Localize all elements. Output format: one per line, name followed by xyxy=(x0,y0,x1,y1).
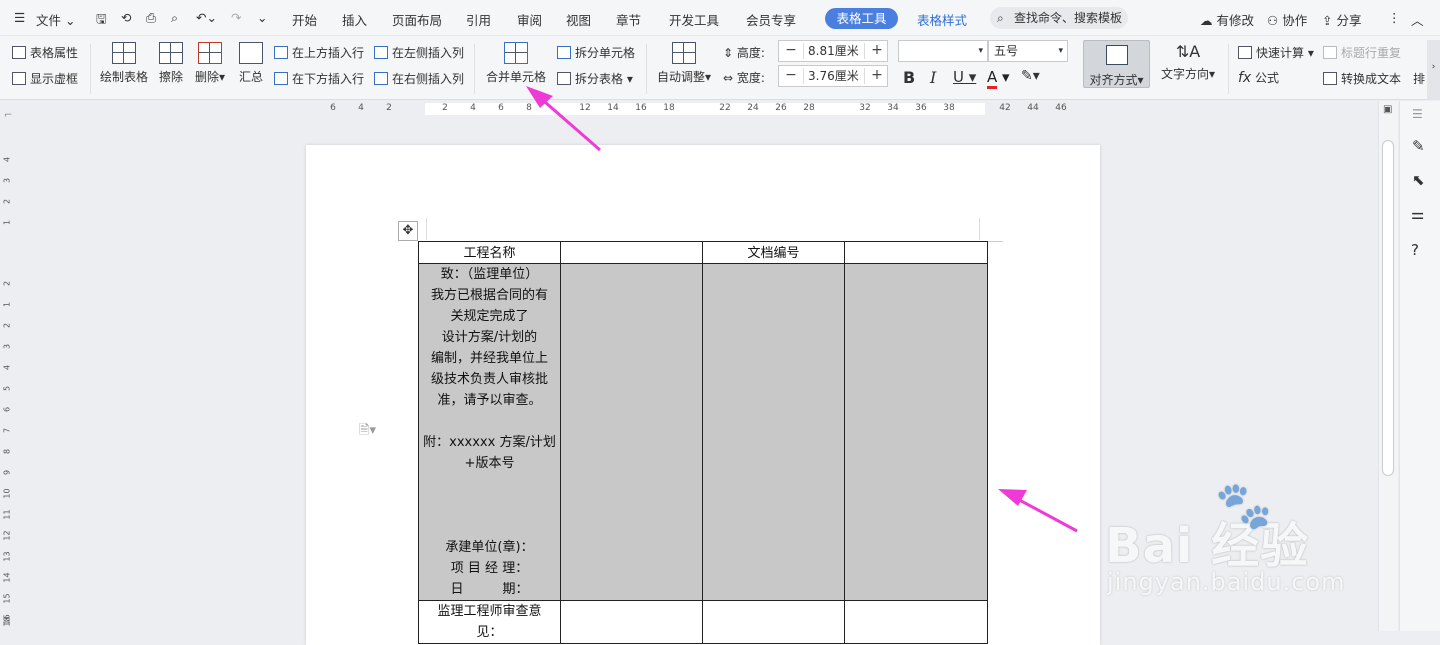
watermark-text: Bai 经验 xyxy=(1105,518,1310,574)
arrow-to-selection-icon xyxy=(998,489,1078,533)
paw-logo-icon: 🐾 xyxy=(1215,478,1273,532)
arrow-to-merge-icon xyxy=(526,86,601,152)
watermark-url: jingyan.baidu.com xyxy=(1107,568,1346,596)
baidu-watermark: Bai 经验 jingyan.baidu.com 🐾 xyxy=(1105,478,1440,618)
